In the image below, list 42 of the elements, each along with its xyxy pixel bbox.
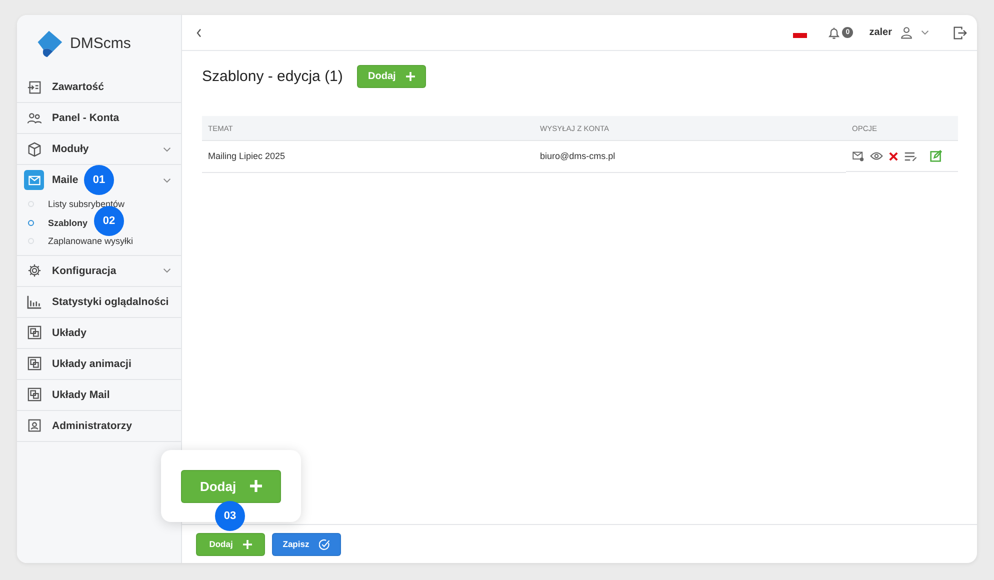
cube-icon (26, 142, 42, 156)
plus-icon (250, 480, 262, 492)
back-icon[interactable] (196, 28, 202, 38)
chevron-down-icon (163, 178, 171, 182)
sidebar-item[interactable]: Zawartość (17, 72, 181, 103)
chevron-down-icon[interactable] (921, 30, 929, 35)
edit-list-icon[interactable] (904, 150, 918, 162)
layout-icon (26, 325, 42, 340)
content-icon (26, 80, 42, 94)
check-circle-icon (319, 538, 330, 550)
layout-icon (26, 387, 42, 402)
sidebar-item[interactable]: Administratorzy (17, 410, 181, 442)
sidebar-item[interactable]: Układy Mail (17, 380, 181, 410)
sidebar-item[interactable]: Statystyki oglądalności (17, 286, 181, 318)
eye-icon[interactable] (870, 151, 883, 161)
sidebar-item[interactable]: Panel - Konta (17, 103, 181, 134)
table-cell: Mailing Lipiec 2025 (202, 140, 534, 172)
plus-icon (242, 540, 252, 548)
layout-icon (26, 356, 42, 371)
table-cell: biuro@dms-cms.pl (534, 140, 846, 172)
chevron-down-icon (163, 146, 171, 152)
save-button[interactable]: Zapisz (272, 532, 341, 556)
gear-icon (26, 263, 42, 278)
sidebar-item[interactable]: Układy animacji (17, 348, 181, 380)
bar-chart-icon (26, 294, 42, 309)
send-mail-icon[interactable] (852, 150, 864, 162)
sidebar-item[interactable]: Układy (17, 318, 181, 348)
person-card-icon (26, 418, 42, 433)
sidebar-item[interactable]: Konfiguracja (17, 256, 181, 286)
sidebar-item[interactable]: Moduły (17, 134, 181, 165)
logo-text: DMScms (70, 35, 131, 52)
user-name[interactable]: zaler (869, 27, 892, 38)
logout-icon[interactable] (953, 26, 967, 40)
user-icon[interactable] (900, 26, 913, 39)
bell-icon[interactable] (827, 26, 842, 40)
page-title: Szablony - edycja (1) (202, 68, 343, 85)
plus-icon (406, 72, 415, 81)
mail-icon (28, 174, 40, 186)
chevron-down-icon (163, 268, 171, 273)
delete-icon[interactable] (889, 152, 898, 160)
users-icon (26, 110, 42, 126)
edit-icon[interactable] (930, 150, 942, 162)
